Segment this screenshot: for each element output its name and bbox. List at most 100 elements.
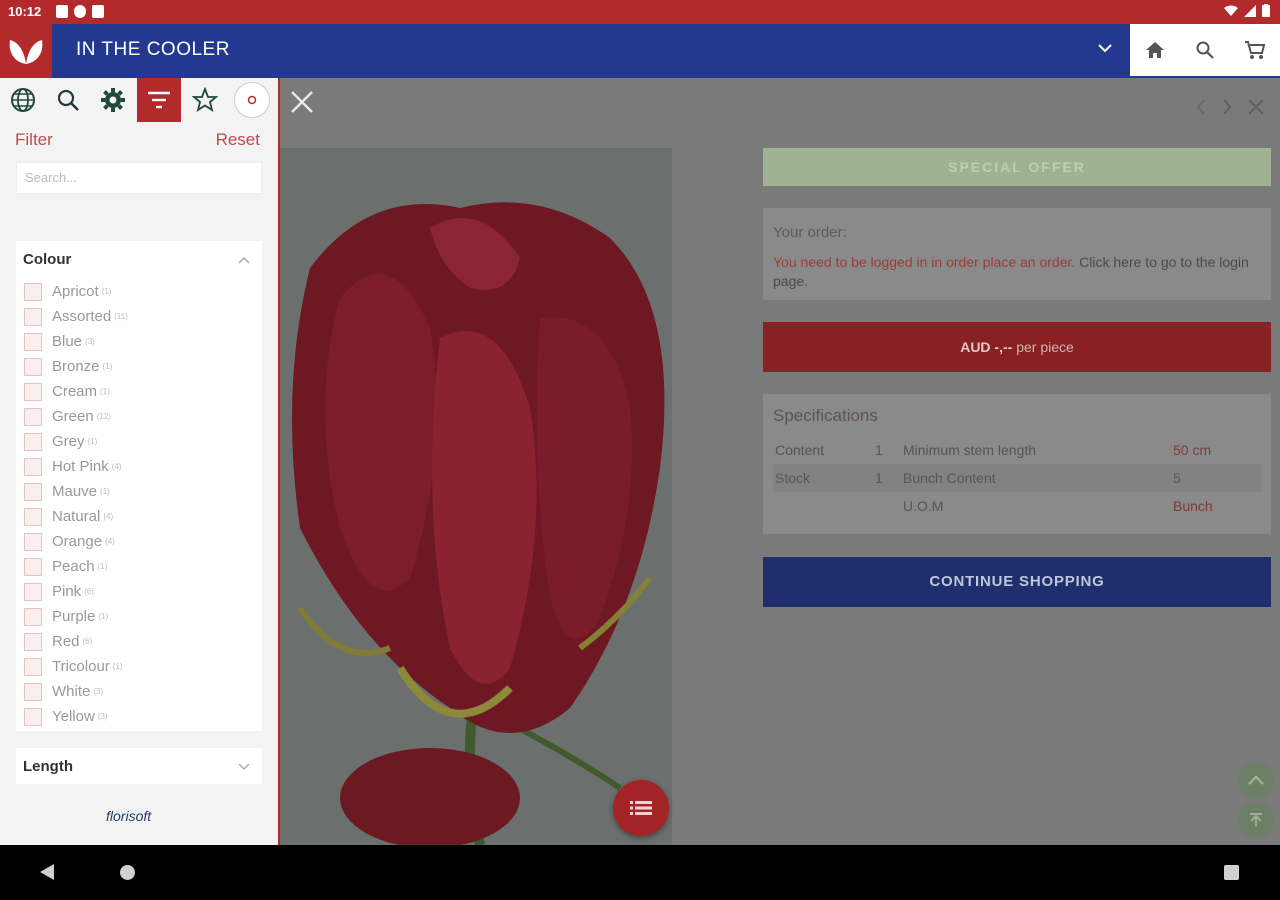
colour-label: Tricolour	[52, 658, 110, 675]
colour-checkbox[interactable]	[24, 282, 42, 301]
settings-gear-icon[interactable]	[91, 78, 135, 122]
title-dropdown-chevron-icon[interactable]	[1098, 40, 1112, 56]
colour-option[interactable]: Red (6)	[24, 629, 254, 654]
price-value: AUD -,--	[960, 339, 1013, 355]
close-product-icon[interactable]	[1248, 98, 1264, 121]
length-filter-title: Length	[23, 758, 73, 775]
chevron-up-icon	[1248, 775, 1264, 785]
colour-count: (3)	[93, 687, 104, 696]
colour-checkbox[interactable]	[24, 482, 42, 501]
colour-checkbox[interactable]	[24, 307, 42, 326]
cart-icon[interactable]	[1243, 38, 1267, 62]
table-row: Stock 1 Bunch Content 5	[773, 464, 1261, 492]
scroll-to-top-button[interactable]	[1238, 802, 1274, 838]
app-bar: IN THE COOLER	[0, 24, 1280, 78]
list-menu-button[interactable]	[613, 780, 669, 836]
login-warning: You need to be logged in in order place …	[773, 254, 1076, 270]
colour-checkbox[interactable]	[24, 682, 42, 701]
recent-apps-icon[interactable]	[1224, 865, 1239, 880]
search-input[interactable]: Search...	[16, 162, 262, 194]
spec-value	[873, 492, 901, 520]
colour-option[interactable]: Purple (1)	[24, 604, 254, 629]
globe-icon[interactable]	[1, 78, 45, 122]
colour-checkbox[interactable]	[24, 532, 42, 551]
colour-option[interactable]: Grey (1)	[24, 429, 254, 454]
app-logo-icon[interactable]	[0, 24, 52, 78]
colour-option[interactable]: Bronze (1)	[24, 354, 254, 379]
table-row: Content 1 Minimum stem length 50 cm	[773, 436, 1261, 464]
length-filter-panel[interactable]: Length	[16, 748, 262, 784]
colour-checkbox[interactable]	[24, 382, 42, 401]
colour-option[interactable]: Apricot (1)	[24, 279, 254, 304]
colour-option[interactable]: Hot Pink (4)	[24, 454, 254, 479]
colour-option[interactable]: Mauve (1)	[24, 479, 254, 504]
colour-checkbox[interactable]	[24, 657, 42, 676]
price-button[interactable]: AUD -,-- per piece	[763, 322, 1271, 372]
colour-checkbox[interactable]	[24, 457, 42, 476]
colour-option[interactable]: Yellow (3)	[24, 704, 254, 729]
order-title: Your order:	[773, 224, 847, 241]
colour-list: Apricot (1) Assorted (11) Blue (3) Bronze (1) Cr…	[24, 279, 254, 729]
colour-checkbox[interactable]	[24, 357, 42, 376]
filter-header: Filter Reset	[15, 130, 260, 150]
colour-count: (1)	[102, 362, 113, 371]
spec-key: U.O.M	[903, 498, 944, 514]
colour-checkbox[interactable]	[24, 332, 42, 351]
specifications-title: Specifications	[773, 406, 878, 425]
search-icon[interactable]	[1193, 38, 1217, 62]
colour-option[interactable]: Assorted (11)	[24, 304, 254, 329]
back-icon[interactable]	[40, 864, 54, 880]
colour-count: (3)	[97, 712, 108, 721]
colour-count: (1)	[97, 562, 108, 571]
record-button[interactable]	[230, 78, 274, 122]
colour-option[interactable]: Green (12)	[24, 404, 254, 429]
home-circle-icon[interactable]	[120, 865, 135, 880]
colour-checkbox[interactable]	[24, 432, 42, 451]
colour-count: (12)	[96, 412, 111, 421]
colour-option[interactable]: Cream (1)	[24, 379, 254, 404]
colour-label: Orange	[52, 533, 103, 550]
colour-option[interactable]: Tricolour (1)	[24, 654, 254, 679]
colour-checkbox[interactable]	[24, 582, 42, 601]
colour-count: (1)	[98, 612, 109, 621]
colour-checkbox[interactable]	[24, 607, 42, 626]
colour-option[interactable]: White (3)	[24, 679, 254, 704]
brand-part: soft	[128, 808, 152, 824]
product-navigation	[1196, 98, 1264, 121]
search-icon[interactable]	[46, 78, 90, 122]
chevron-down-icon[interactable]	[238, 760, 250, 774]
spec-value: 1	[875, 442, 883, 458]
chevron-up-icon[interactable]	[238, 253, 250, 267]
spec-value: 50 cm	[1173, 442, 1212, 458]
floriosoft-logo: florisoft	[106, 808, 151, 824]
status-system-icons	[1224, 4, 1270, 20]
colour-option[interactable]: Blue (3)	[24, 329, 254, 354]
favorites-star-icon[interactable]	[183, 78, 227, 122]
colour-option[interactable]: Orange (4)	[24, 529, 254, 554]
scroll-up-button[interactable]	[1238, 762, 1274, 798]
reset-button[interactable]: Reset	[216, 130, 260, 150]
home-icon[interactable]	[1143, 38, 1167, 62]
colour-checkbox[interactable]	[24, 407, 42, 426]
colour-option[interactable]: Peach (1)	[24, 554, 254, 579]
wifi-icon	[1224, 5, 1238, 20]
colour-checkbox[interactable]	[24, 557, 42, 576]
next-arrow-icon[interactable]	[1222, 98, 1232, 121]
close-icon[interactable]	[288, 88, 316, 116]
continue-shopping-button[interactable]: CONTINUE SHOPPING	[763, 557, 1271, 607]
signal-icon	[1244, 4, 1256, 20]
colour-checkbox[interactable]	[24, 632, 42, 651]
colour-option[interactable]: Natural (4)	[24, 504, 254, 529]
status-notification-icons	[56, 5, 104, 18]
colour-checkbox[interactable]	[24, 707, 42, 726]
colour-count: (6)	[84, 587, 94, 596]
previous-arrow-icon[interactable]	[1196, 98, 1206, 121]
order-panel: Your order: You need to be logged in in …	[763, 208, 1271, 300]
notification-icon	[74, 5, 86, 18]
colour-count: (3)	[85, 337, 95, 346]
filter-icon[interactable]	[137, 78, 181, 122]
colour-option[interactable]: Pink (6)	[24, 579, 254, 604]
colour-label: Pink	[52, 583, 82, 600]
notification-icon	[92, 5, 104, 18]
colour-checkbox[interactable]	[24, 507, 42, 526]
